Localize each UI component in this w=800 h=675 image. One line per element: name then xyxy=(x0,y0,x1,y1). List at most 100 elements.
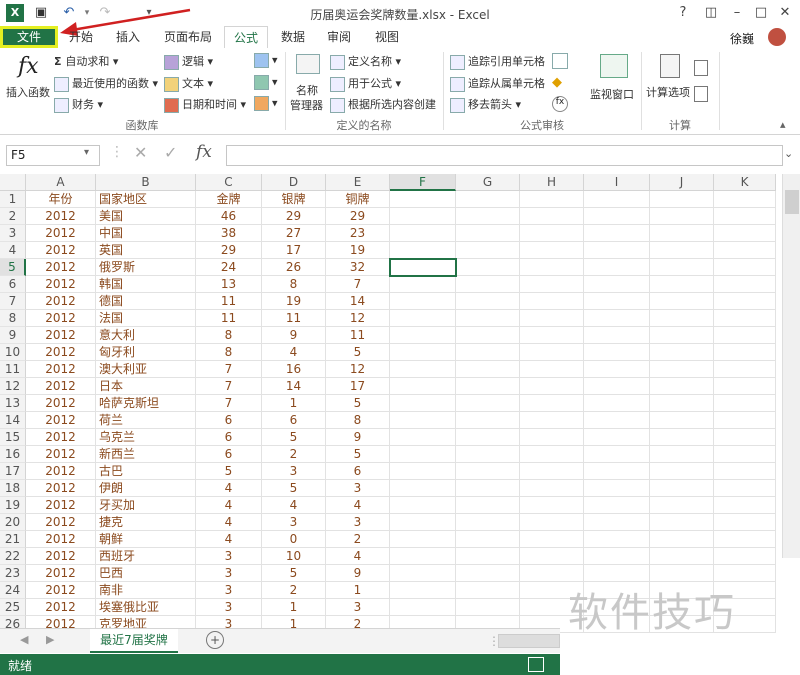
cell-e18[interactable]: 3 xyxy=(326,480,390,497)
scroll-thumb[interactable] xyxy=(785,190,799,214)
cell-a18[interactable]: 2012 xyxy=(26,480,96,497)
cell-d6[interactable]: 8 xyxy=(262,276,326,293)
cell-e11[interactable]: 12 xyxy=(326,361,390,378)
next-sheet-icon[interactable]: ▶ xyxy=(46,633,54,646)
cell-a22[interactable]: 2012 xyxy=(26,548,96,565)
cell-e9[interactable]: 11 xyxy=(326,327,390,344)
calc-sheet-icon[interactable] xyxy=(694,86,708,102)
watch-window-icon[interactable] xyxy=(600,54,628,78)
cell-d23[interactable]: 5 xyxy=(262,565,326,582)
cell-j9[interactable] xyxy=(650,327,714,344)
cell-i15[interactable] xyxy=(584,429,650,446)
cell-g10[interactable] xyxy=(456,344,520,361)
cell-a25[interactable]: 2012 xyxy=(26,599,96,616)
name-manager-icon[interactable] xyxy=(296,54,320,74)
evaluate-formula-icon[interactable]: fx xyxy=(552,96,568,112)
cell-h6[interactable] xyxy=(520,276,584,293)
cell-e16[interactable]: 5 xyxy=(326,446,390,463)
cell-k4[interactable] xyxy=(714,242,776,259)
cell-c9[interactable]: 8 xyxy=(196,327,262,344)
cell-f19[interactable] xyxy=(390,497,456,514)
error-checking-icon[interactable]: ◆ xyxy=(552,75,566,90)
cell-e4[interactable]: 19 xyxy=(326,242,390,259)
cell-a1[interactable]: 年份 xyxy=(26,191,96,208)
cell-c4[interactable]: 29 xyxy=(196,242,262,259)
cell-e19[interactable]: 4 xyxy=(326,497,390,514)
row-header[interactable]: 13 xyxy=(0,395,26,412)
cell-j20[interactable] xyxy=(650,514,714,531)
cell-e2[interactable]: 29 xyxy=(326,208,390,225)
cell-i4[interactable] xyxy=(584,242,650,259)
cell-g5[interactable] xyxy=(456,259,520,276)
cell-h4[interactable] xyxy=(520,242,584,259)
cell-f12[interactable] xyxy=(390,378,456,395)
cell-g24[interactable] xyxy=(456,582,520,599)
cell-i11[interactable] xyxy=(584,361,650,378)
cell-i12[interactable] xyxy=(584,378,650,395)
cell-a24[interactable]: 2012 xyxy=(26,582,96,599)
cell-j7[interactable] xyxy=(650,293,714,310)
cancel-icon[interactable]: ✕ xyxy=(134,143,147,162)
cell-k18[interactable] xyxy=(714,480,776,497)
name-manager-label-1[interactable]: 名称 xyxy=(296,82,318,98)
cell-d17[interactable]: 3 xyxy=(262,463,326,480)
cell-j19[interactable] xyxy=(650,497,714,514)
tab-file[interactable]: 文件 xyxy=(0,26,58,48)
cell-i9[interactable] xyxy=(584,327,650,344)
cell-g17[interactable] xyxy=(456,463,520,480)
cell-k22[interactable] xyxy=(714,548,776,565)
cell-b19[interactable]: 牙买加 xyxy=(96,497,196,514)
cell-h17[interactable] xyxy=(520,463,584,480)
lookup-button[interactable]: ▾ xyxy=(254,53,278,68)
cell-d3[interactable]: 27 xyxy=(262,225,326,242)
cell-d24[interactable]: 2 xyxy=(262,582,326,599)
use-in-formula-button[interactable]: 用于公式 ▾ xyxy=(330,75,401,92)
row-header[interactable]: 25 xyxy=(0,599,26,616)
cell-c5[interactable]: 24 xyxy=(196,259,262,276)
normal-view-icon[interactable] xyxy=(528,657,544,672)
cell-c14[interactable]: 6 xyxy=(196,412,262,429)
cell-k17[interactable] xyxy=(714,463,776,480)
cell-k20[interactable] xyxy=(714,514,776,531)
cell-i3[interactable] xyxy=(584,225,650,242)
cell-g4[interactable] xyxy=(456,242,520,259)
cell-a21[interactable]: 2012 xyxy=(26,531,96,548)
cell-d19[interactable]: 4 xyxy=(262,497,326,514)
cell-d5[interactable]: 26 xyxy=(262,259,326,276)
row-header[interactable]: 3 xyxy=(0,225,26,242)
row-header[interactable]: 1 xyxy=(0,191,26,208)
cell-k10[interactable] xyxy=(714,344,776,361)
cell-j4[interactable] xyxy=(650,242,714,259)
row-header[interactable]: 6 xyxy=(0,276,26,293)
cell-g9[interactable] xyxy=(456,327,520,344)
cell-f17[interactable] xyxy=(390,463,456,480)
cell-e3[interactable]: 23 xyxy=(326,225,390,242)
row-header[interactable]: 2 xyxy=(0,208,26,225)
cell-c19[interactable]: 4 xyxy=(196,497,262,514)
cell-i1[interactable] xyxy=(584,191,650,208)
cell-j22[interactable] xyxy=(650,548,714,565)
cell-b12[interactable]: 日本 xyxy=(96,378,196,395)
row-header[interactable]: 18 xyxy=(0,480,26,497)
cell-f3[interactable] xyxy=(390,225,456,242)
cell-e21[interactable]: 2 xyxy=(326,531,390,548)
cell-g1[interactable] xyxy=(456,191,520,208)
cell-e6[interactable]: 7 xyxy=(326,276,390,293)
cell-h3[interactable] xyxy=(520,225,584,242)
math-button[interactable]: ▾ xyxy=(254,75,278,90)
sheet-tab-active[interactable]: 最近7届奖牌 xyxy=(90,629,178,653)
cell-a19[interactable]: 2012 xyxy=(26,497,96,514)
cell-d21[interactable]: 0 xyxy=(262,531,326,548)
cell-c15[interactable]: 6 xyxy=(196,429,262,446)
cell-b2[interactable]: 美国 xyxy=(96,208,196,225)
cell-h21[interactable] xyxy=(520,531,584,548)
row-header[interactable]: 20 xyxy=(0,514,26,531)
cell-b24[interactable]: 南非 xyxy=(96,582,196,599)
cell-f15[interactable] xyxy=(390,429,456,446)
row-header[interactable]: 22 xyxy=(0,548,26,565)
cell-a4[interactable]: 2012 xyxy=(26,242,96,259)
cell-a20[interactable]: 2012 xyxy=(26,514,96,531)
avatar[interactable] xyxy=(768,28,786,46)
column-header-k[interactable]: K xyxy=(714,174,776,191)
cell-g3[interactable] xyxy=(456,225,520,242)
